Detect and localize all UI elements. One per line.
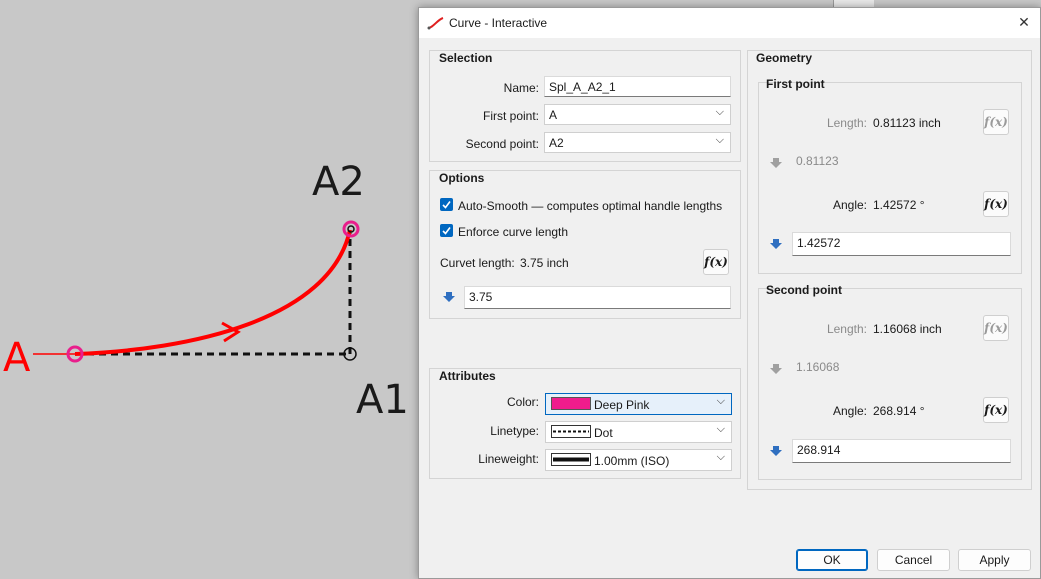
curve-icon [427,17,444,30]
second-angle-formula-button[interactable]: f(x) [983,397,1009,423]
enforce-length-label[interactable]: Enforce curve length [458,225,568,239]
arrow-down-icon[interactable] [770,238,782,250]
color-value: Deep Pink [594,398,650,412]
point-label-a2: A2 [312,159,365,205]
point-label-a1: A1 [356,377,409,423]
attributes-title: Attributes [439,369,496,383]
dialog-title: Curve - Interactive [449,16,548,30]
arrow-down-icon[interactable] [770,445,782,457]
arrow-down-icon[interactable] [770,363,782,375]
dialog-titlebar[interactable]: Curve - Interactive ✕ [419,8,1040,38]
linetype-select[interactable]: Dot ⌵ [545,421,732,443]
geometry-title: Geometry [756,51,813,65]
chevron-down-icon: ⌵ [715,134,724,146]
first-angle-formula-button[interactable]: f(x) [983,191,1009,217]
second-length-label: Length: [826,322,867,336]
close-icon[interactable]: ✕ [1016,14,1032,30]
curvet-length-label: Curvet length: [440,256,515,270]
first-point-title: First point [766,77,825,91]
second-point-value: A2 [549,136,564,150]
enforce-length-checkbox[interactable] [440,224,453,237]
name-input[interactable]: Spl_A_A2_1 [544,76,731,97]
lineweight-preview [551,453,591,466]
chevron-down-icon: ⌵ [716,451,725,463]
curvet-length-value: 3.75 inch [520,256,569,270]
linetype-value: Dot [594,426,613,440]
first-length-value: 0.81123 inch [873,116,941,130]
linetype-preview [551,425,591,438]
auto-smooth-label[interactable]: Auto-Smooth — computes optimal handle le… [458,199,722,213]
cancel-button[interactable]: Cancel [877,549,950,571]
lineweight-label: Lineweight: [478,452,539,466]
color-label: Color: [506,395,539,409]
first-angle-value: 1.42572 ° [873,198,925,212]
arrow-down-icon[interactable] [770,157,782,169]
second-length-value: 1.16068 inch [873,322,942,336]
second-length-formula-button[interactable]: f(x) [983,315,1009,341]
point-label-a: A [3,335,31,381]
first-point-select[interactable]: A ⌵ [544,104,731,125]
second-length-input[interactable]: 1.16068 [792,357,1011,381]
lineweight-value: 1.00mm (ISO) [594,454,670,468]
color-swatch [551,397,591,410]
first-length-label: Length: [826,116,867,130]
first-angle-input[interactable]: 1.42572 [792,232,1011,256]
linetype-label: Linetype: [490,424,539,438]
selection-title: Selection [439,51,493,65]
second-point-label: Second point: [465,137,539,151]
second-point-title: Second point [766,283,842,297]
curvet-length-formula-button[interactable]: f(x) [703,249,729,275]
apply-button[interactable]: Apply [958,549,1031,571]
chevron-down-icon: ⌵ [716,395,725,407]
spline-curve[interactable] [74,229,352,356]
curvet-length-input[interactable]: 3.75 [464,286,731,309]
first-angle-label: Angle: [832,198,867,212]
name-label: Name: [503,81,539,95]
first-length-input[interactable]: 0.81123 [792,151,1011,175]
background-toolbar-edge [833,0,874,7]
first-point-label: First point: [482,109,539,123]
chevron-down-icon: ⌵ [715,106,724,118]
auto-smooth-checkbox[interactable] [440,198,453,211]
curve-interactive-dialog: Curve - Interactive ✕ Selection Name: Sp… [418,7,1041,579]
ok-button[interactable]: OK [796,549,868,571]
second-angle-input[interactable]: 268.914 [792,439,1011,463]
options-title: Options [439,171,485,185]
arrow-down-icon[interactable] [443,291,455,303]
chevron-down-icon: ⌵ [716,423,725,435]
first-point-value: A [549,108,558,122]
color-select[interactable]: Deep Pink ⌵ [545,393,732,415]
second-point-select[interactable]: A2 ⌵ [544,132,731,153]
lineweight-select[interactable]: 1.00mm (ISO) ⌵ [545,449,732,471]
first-length-formula-button[interactable]: f(x) [983,109,1009,135]
second-angle-label: Angle: [832,404,867,418]
second-angle-value: 268.914 ° [873,404,925,418]
